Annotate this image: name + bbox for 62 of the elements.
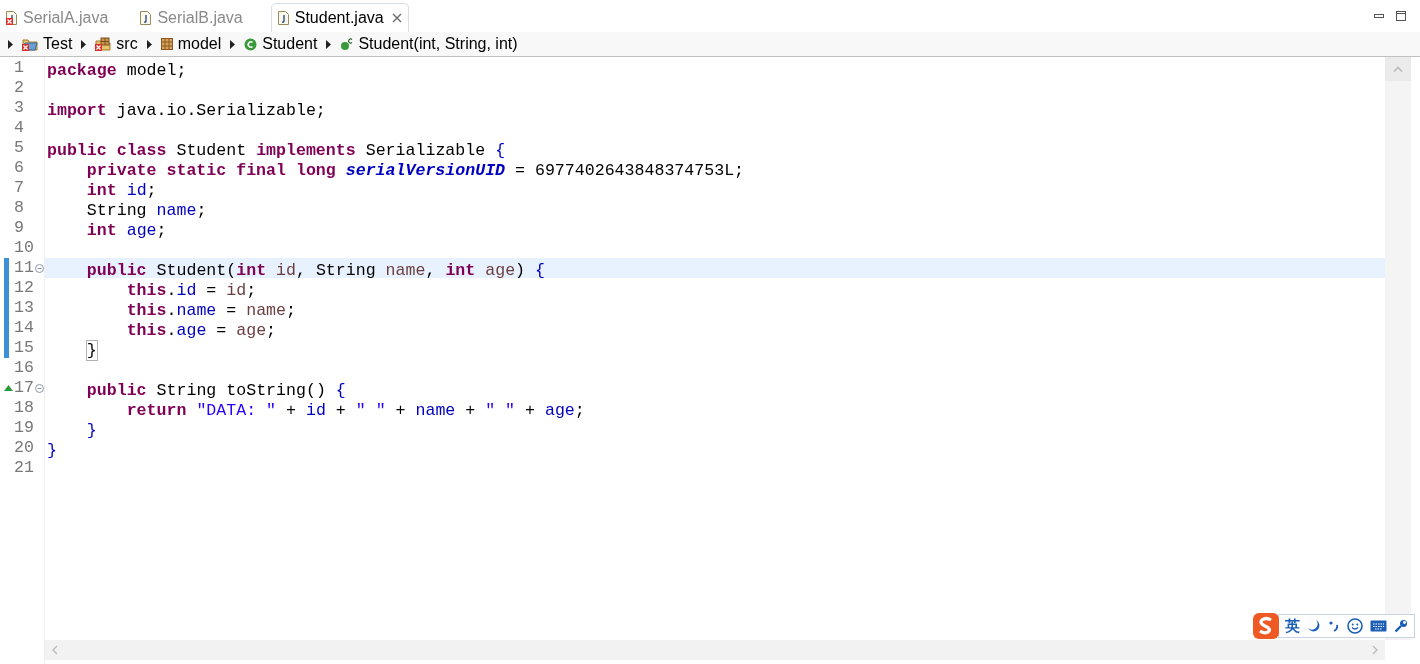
breadcrumb-item[interactable]: Student(int, String, int) [340,32,518,56]
vertical-scrollbar[interactable] [1385,57,1411,640]
code-line: package model; [47,61,187,80]
java-file-icon [140,10,152,25]
java-file-icon [277,11,289,25]
breadcrumb-item[interactable]: model [160,32,222,56]
constructor-icon [340,37,354,51]
editor-tab[interactable]: SerialA.java [2,3,113,32]
code-line: } [85,341,97,360]
line-number: 12 [14,278,34,298]
line-number: 19 [14,418,34,438]
code-line: int id; [85,181,157,200]
code-line: } [85,421,97,440]
code-line: String name; [85,201,207,220]
line-number: 8 [14,198,24,218]
line-number: 11 [14,258,34,278]
minimize-icon[interactable] [1374,13,1384,19]
code-line: private static final long serialVersionUID = 6977402643848374753L; [85,161,745,180]
line-number: 7 [14,178,24,198]
collapse-icon[interactable] [34,263,44,273]
editor-tab[interactable]: SerialB.java [136,3,247,32]
code-line: } [47,441,57,460]
caret-icon[interactable] [326,39,332,49]
caret-icon[interactable] [81,39,87,49]
line-number: 6 [14,158,24,178]
caret-icon[interactable] [8,39,13,49]
code-line: import java.io.Serializable; [47,101,326,120]
close-icon[interactable] [391,13,402,23]
editor-tab[interactable]: Student.java [270,3,409,32]
collapse-icon[interactable] [34,383,44,393]
line-number: 4 [14,118,24,138]
line-number: 9 [14,218,24,238]
line-number: 3 [14,98,24,118]
code-line: int age; [85,221,167,240]
code-line: return "DATA: " + id + " " + name + " " + age; [125,401,585,420]
line-number: 17 [14,378,34,398]
code-line: this.id = id; [125,281,257,300]
caret-icon[interactable] [230,39,236,49]
line-number: 14 [14,318,34,338]
ime-logo-icon[interactable] [1252,612,1280,640]
code-line: this.name = name; [125,301,296,320]
breadcrumb-item[interactable]: src [95,32,138,56]
line-number: 16 [14,358,34,378]
code-line: this.age = age; [125,321,277,340]
class-icon [244,37,258,51]
line-number: 1 [14,58,24,78]
line-number: 10 [14,238,34,258]
line-number: 18 [14,398,34,418]
caret-icon[interactable] [146,39,152,49]
line-number: 2 [14,78,24,98]
package-icon [160,38,173,50]
code-line: public Student(int id, String name, int age) { [85,261,545,280]
breadcrumb-item[interactable]: Student [244,32,318,56]
code-line: public String toString() { [85,381,346,400]
line-number: 5 [14,138,24,158]
maximize-icon[interactable] [1396,11,1406,21]
breadcrumb-item[interactable]: Test [22,32,73,56]
line-number: 13 [14,298,34,318]
line-number: 21 [14,458,34,478]
line-number: 20 [14,438,34,458]
line-number: 15 [14,338,34,358]
code-line: public class Student implements Serializable { [47,141,506,160]
